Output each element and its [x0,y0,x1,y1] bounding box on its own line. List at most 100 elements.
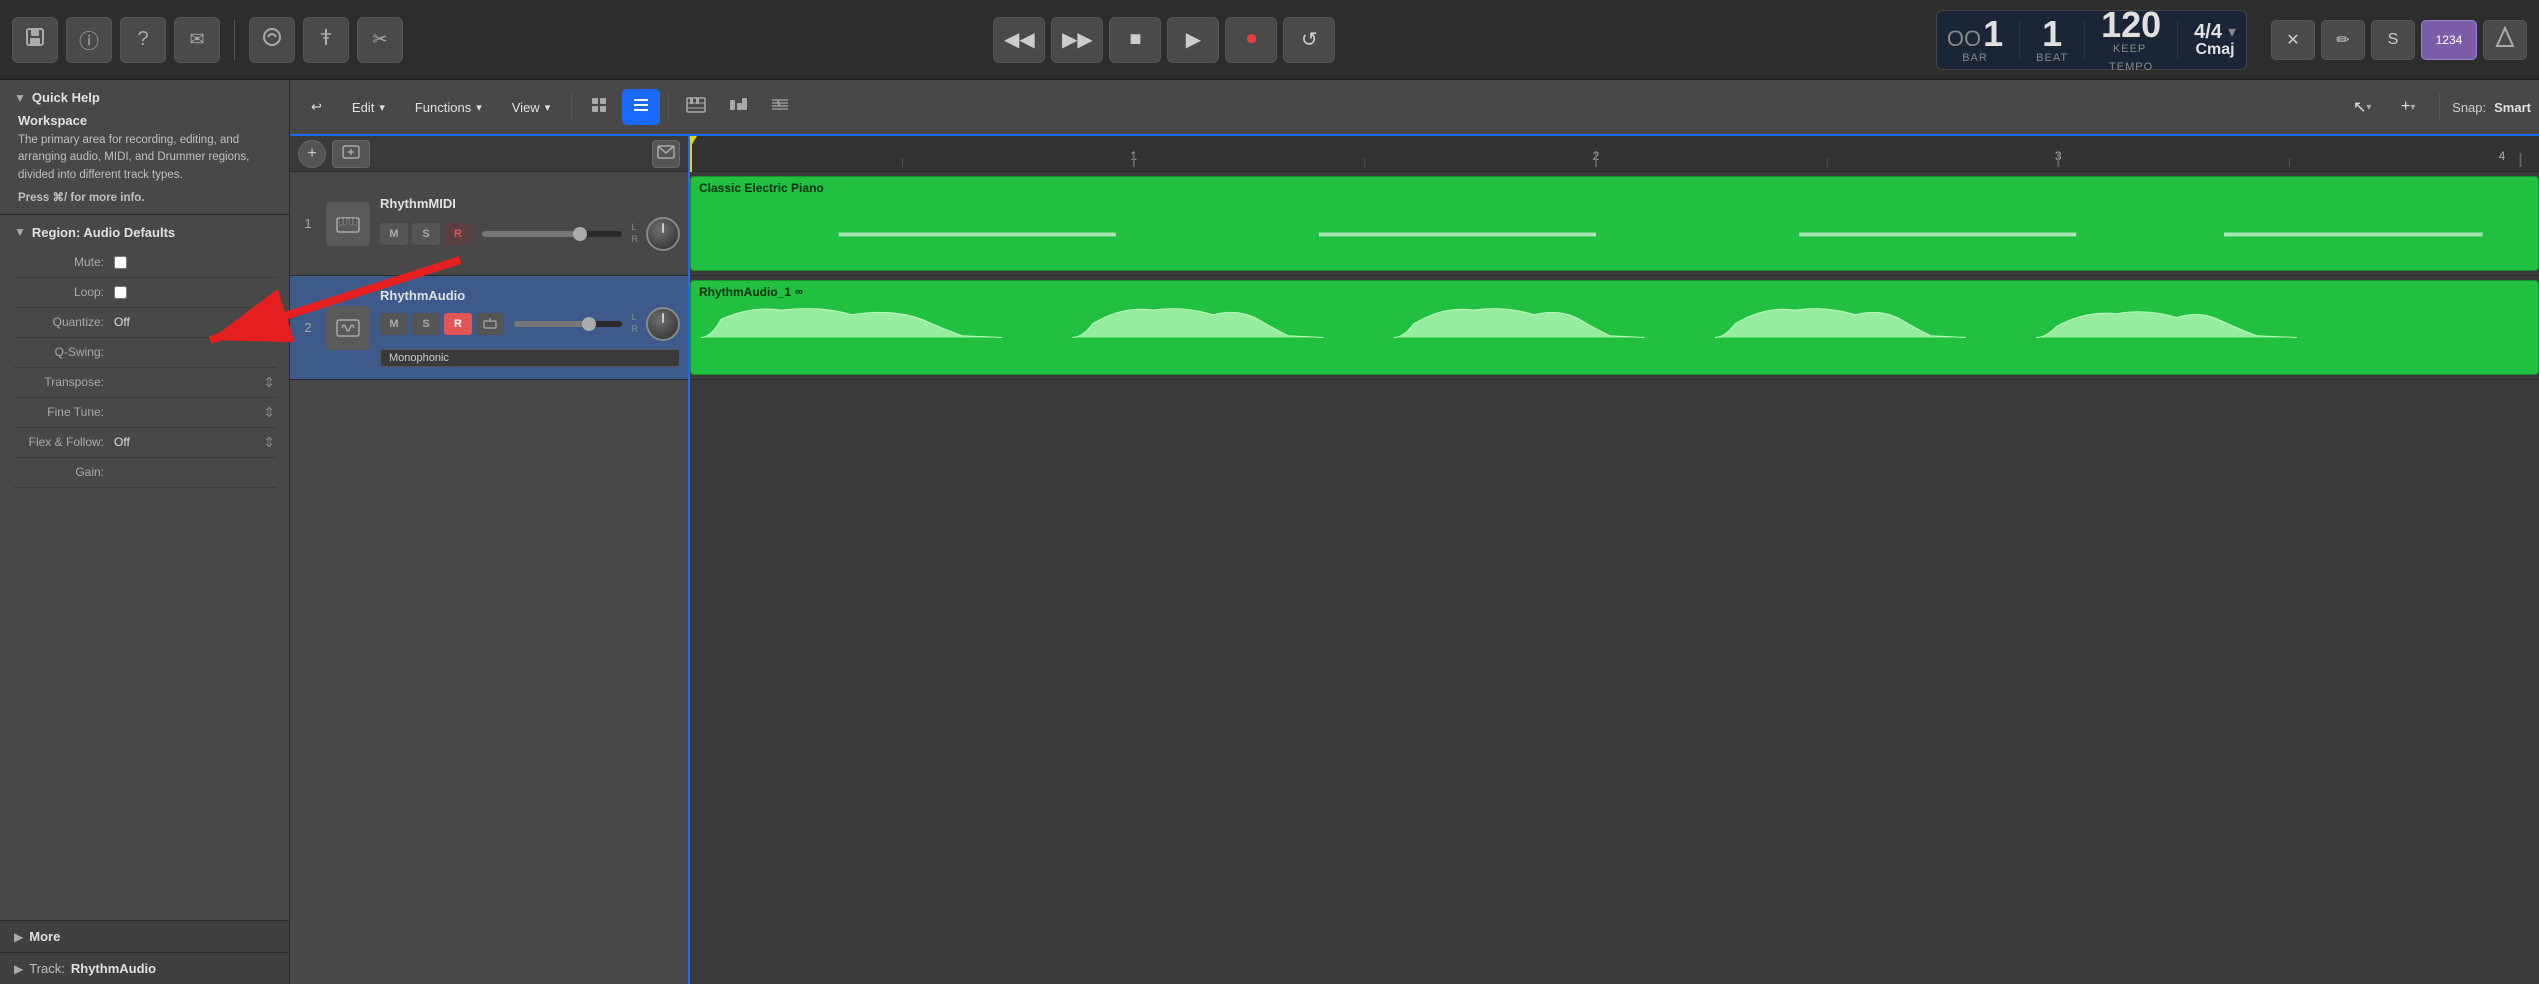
region-header[interactable]: ▼ Region: Audio Defaults [14,225,275,240]
solo-btn-2[interactable]: S [412,313,440,335]
cursor-icon: ↖ [2353,97,2366,117]
list-view-button[interactable] [622,89,660,125]
track-headers: + [290,136,690,984]
midi-draw-button[interactable] [719,89,757,125]
flex-stepper[interactable]: ⇕ [263,434,275,451]
cursor-button[interactable]: ↖ ▾ [2343,89,2381,125]
track-fader-1[interactable] [482,231,622,237]
mute-label: Mute: [14,255,114,269]
track-num-1: 1 [298,216,318,231]
timeline-track-row-2: RhythmAudio_1 ∞ [690,276,2539,380]
track-area: + [290,136,2539,984]
num-button[interactable]: 1234 [2421,20,2477,60]
envelope-button[interactable] [652,140,680,168]
view-button[interactable]: View ▾ [499,89,563,125]
pencil-button[interactable]: ✏ [2321,20,2365,60]
list-icon [632,98,650,117]
key-display[interactable]: 4/4 ▾ Cmaj [2194,22,2236,58]
loop-checkbox[interactable] [114,286,127,299]
display-divider-3 [2177,20,2178,60]
track-region-midi[interactable]: Classic Electric Piano [690,176,2539,271]
back-icon: ↩ [311,99,322,115]
stop-icon: ■ [1129,28,1141,51]
tuner-icon [315,26,337,53]
mail-button[interactable]: ✉ [174,17,220,63]
mute-checkbox[interactable] [114,256,127,269]
functions-button[interactable]: Functions ▾ [402,89,495,125]
display-divider-1 [2019,20,2020,60]
track-header-row-1: 1 RhythmMIDI M [290,172,688,276]
add-track-button[interactable]: + [298,140,326,168]
record-button[interactable]: ⏺ [1225,17,1277,63]
help-button[interactable]: ? [120,17,166,63]
display-divider-2 [2084,20,2085,60]
metronome-button[interactable] [2483,20,2527,60]
plus-tool-button[interactable]: + ▾ [2389,89,2427,125]
transpose-stepper[interactable]: ⇕ [263,374,275,391]
fast-forward-button[interactable]: ▶▶ [1051,17,1103,63]
stop-button[interactable]: ■ [1109,17,1161,63]
x-button[interactable]: ✕ [2271,20,2315,60]
pan-knob-2[interactable] [646,307,680,341]
region-row-finetune: Fine Tune: ⇕ [14,398,275,428]
qswing-label: Q-Swing: [14,345,114,359]
cycle-transport-button[interactable]: ↺ [1283,17,1335,63]
solo-btn-1[interactable]: S [412,223,440,245]
snap-label: Snap: [2452,100,2486,115]
add-track-type-button[interactable] [332,140,370,168]
beat-display: 1 BEAT [2036,16,2068,64]
pan-knob-1[interactable] [646,217,680,251]
plus-icon: + [2401,98,2410,116]
record-btn-1[interactable]: R [444,223,472,245]
s-button[interactable]: S [2371,20,2415,60]
record-btn-2[interactable]: R [444,313,472,335]
tuner-button[interactable] [303,17,349,63]
save-button[interactable] [12,17,58,63]
tempo-display[interactable]: 120 KEEP TEMPO [2101,7,2161,73]
score-icon [770,97,790,118]
scissors-icon: ✂ [372,29,387,50]
track-header-row-2: 2 RhythmAudio M S R [290,276,688,380]
edit-button[interactable]: Edit ▾ [339,89,398,125]
beat-label: BEAT [2036,52,2068,64]
region-row-gain: Gain: [14,458,275,488]
finetune-stepper[interactable]: ⇕ [263,404,275,421]
tempo-label: TEMPO [2109,61,2153,73]
cycle-button[interactable] [249,17,295,63]
track-arrow: ▶ [14,962,23,976]
more-section[interactable]: ▶ More [0,921,289,953]
center-area: ↩ Edit ▾ Functions ▾ View ▾ [290,80,2539,984]
cycle-icon [261,26,283,53]
piano-roll-button[interactable] [677,89,715,125]
rewind-icon: ◀◀ [1004,27,1035,52]
scissors-button[interactable]: ✂ [357,17,403,63]
quick-help-header[interactable]: ▼ Quick Help [14,90,275,105]
piano-roll-icon [686,97,706,118]
mute-btn-1[interactable]: M [380,223,408,245]
track-section[interactable]: ▶ Track: RhythmAudio [0,953,289,984]
grid-icon [590,96,608,119]
grid-view-button[interactable] [580,89,618,125]
waveform-svg [691,301,2538,374]
workspace-title: Workspace [18,113,271,128]
add-icon: + [307,145,316,163]
rewind-button[interactable]: ◀◀ [993,17,1045,63]
more-arrow: ▶ [14,930,23,944]
track-name-1: RhythmMIDI [380,196,680,211]
back-button[interactable]: ↩ [298,89,335,125]
track-info-2: RhythmAudio M S R [380,288,680,367]
score-button[interactable] [761,89,799,125]
transport-section: ◀◀ ▶▶ ■ ▶ ⏺ ↺ [993,17,1335,63]
info-button[interactable]: ⓘ [66,17,112,63]
key-value: Cmaj [2196,42,2235,58]
stb-sep-1 [571,93,572,121]
track-fader-2[interactable] [514,321,622,327]
mute-btn-2[interactable]: M [380,313,408,335]
region-row-loop: Loop: [14,278,275,308]
quantize-stepper[interactable]: ⇕ [263,314,275,331]
track-info-1: RhythmMIDI M S R L [380,196,680,251]
flex-btn-2[interactable] [476,313,504,335]
track-region-audio[interactable]: RhythmAudio_1 ∞ [690,280,2539,375]
play-button[interactable]: ▶ [1167,17,1219,63]
help-icon: ? [137,28,148,51]
